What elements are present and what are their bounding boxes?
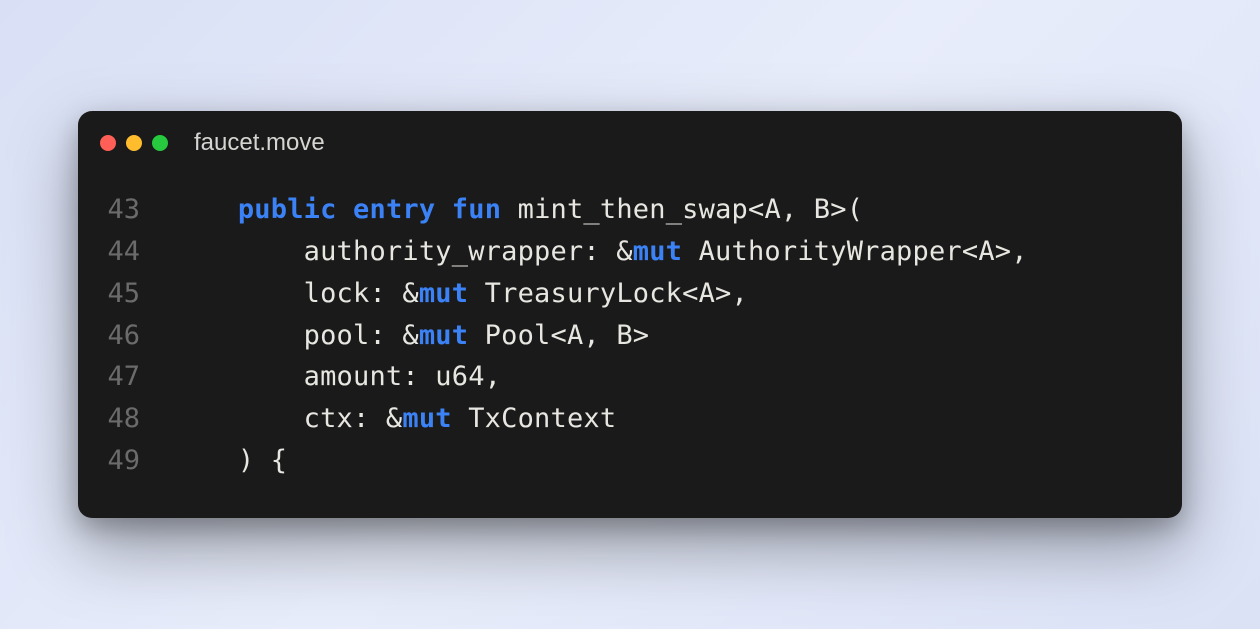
code-content: ctx: &mut TxContext: [172, 398, 616, 440]
code-line: 44 authority_wrapper: &mut AuthorityWrap…: [100, 231, 1160, 273]
code-line: 47 amount: u64,: [100, 356, 1160, 398]
maximize-icon[interactable]: [152, 135, 168, 151]
line-number: 43: [100, 189, 172, 231]
traffic-lights: [100, 135, 168, 151]
code-line: 43 public entry fun mint_then_swap<A, B>…: [100, 189, 1160, 231]
filename-label: faucet.move: [194, 129, 325, 157]
line-number: 44: [100, 231, 172, 273]
close-icon[interactable]: [100, 135, 116, 151]
line-number: 48: [100, 398, 172, 440]
line-number: 49: [100, 440, 172, 482]
code-content: amount: u64,: [172, 356, 501, 398]
line-number: 47: [100, 356, 172, 398]
code-content: pool: &mut Pool<A, B>: [172, 315, 649, 357]
code-content: authority_wrapper: &mut AuthorityWrapper…: [172, 231, 1028, 273]
code-content: lock: &mut TreasuryLock<A>,: [172, 273, 748, 315]
minimize-icon[interactable]: [126, 135, 142, 151]
editor-window: faucet.move 43 public entry fun mint_the…: [78, 111, 1182, 518]
code-line: 45 lock: &mut TreasuryLock<A>,: [100, 273, 1160, 315]
code-content: ) {: [172, 440, 287, 482]
titlebar: faucet.move: [78, 111, 1182, 165]
code-content: public entry fun mint_then_swap<A, B>(: [172, 189, 863, 231]
code-line: 46 pool: &mut Pool<A, B>: [100, 315, 1160, 357]
code-area[interactable]: 43 public entry fun mint_then_swap<A, B>…: [78, 165, 1182, 490]
line-number: 46: [100, 315, 172, 357]
code-line: 48 ctx: &mut TxContext: [100, 398, 1160, 440]
code-line: 49 ) {: [100, 440, 1160, 482]
line-number: 45: [100, 273, 172, 315]
